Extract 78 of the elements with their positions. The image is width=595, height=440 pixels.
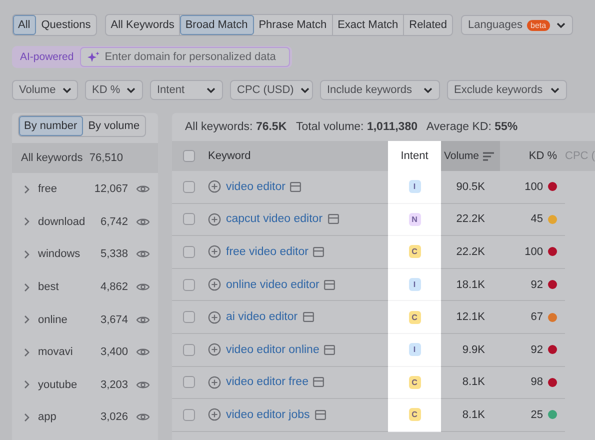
toggle-option[interactable]: By volume [83,116,145,136]
kd-value: 98 [530,376,543,388]
intent-badge: C [408,408,420,422]
filter-dropdown[interactable]: Intent [150,80,223,100]
dropdown-label: Volume [19,84,56,96]
dropdown-label: Exclude keywords [454,84,543,96]
intent-badge: C [408,245,420,258]
volume-value: 22.2K [456,246,485,258]
group-name[interactable]: youtube [38,378,92,391]
group-label: All keywords [21,152,83,164]
column-header[interactable]: Keyword [208,150,251,162]
kd-value: 45 [530,213,543,226]
keyword-link[interactable]: video editor free [226,376,308,388]
intent-badge: I [408,180,420,194]
kd-value: 92 [530,344,543,356]
group-name[interactable]: app [38,411,92,424]
group-count: 3,400 [100,346,128,358]
domain-input[interactable]: Enter domain for personalized data [80,47,290,67]
intent-badge: I [408,343,420,356]
kd-value: 67 [530,311,543,324]
intent-badge: N [408,212,420,226]
volume-value: 9.9K [462,344,485,356]
volume-value: 90.5K [456,180,485,193]
ai-label: AI-powered [19,51,75,63]
volume-value: 12.1K [456,311,485,324]
kd-value: 92 [530,278,543,291]
tab[interactable]: All [13,15,36,35]
group-count: 3,674 [100,314,128,326]
summary-text: All keywords: 76.5K Total volume: 1,011,380 Average KD: 55% [184,120,519,135]
kd-value: 100 [524,246,543,258]
group-name[interactable]: download [38,216,92,228]
volume-value: 8.1K [462,408,485,421]
intent-badge: I [408,278,420,292]
keyword-link[interactable]: video editor jobs [226,408,310,421]
group-name[interactable]: windows [38,248,92,260]
column-header[interactable]: KD % [528,150,557,162]
tab[interactable]: Exact Match [332,15,404,35]
filter-dropdown[interactable]: Include keywords [320,80,440,100]
beta-badge: beta [526,20,550,30]
dropdown-label: CPC (USD) [237,84,294,96]
volume-value: 22.2K [456,213,485,226]
dropdown-label: Languages [468,19,522,31]
tab[interactable]: Broad Match [180,15,254,35]
intent-badge: C [408,310,420,324]
keyword-link[interactable]: online video editor [226,278,320,291]
filter-dropdown[interactable]: CPC (USD) [230,80,313,100]
kd-value: 100 [524,180,543,193]
group-name[interactable]: movavi [38,346,92,358]
dropdown-label: KD % [92,84,120,96]
dropdown-label: Intent [157,84,185,96]
keyword-link[interactable]: capcut video editor [226,213,323,226]
filter-dropdown[interactable]: KD % [85,80,143,100]
volume-value: 8.1K [462,376,485,388]
keyword-link[interactable]: ai video editor [226,311,298,324]
intent-badge: C [408,376,420,389]
group-count: 76,510 [89,152,123,164]
filter-dropdown[interactable]: Volume [12,80,78,100]
tab[interactable]: Questions [36,15,96,35]
tab[interactable]: Related [404,15,452,35]
tab[interactable]: Phrase Match [254,15,333,35]
group-count: 6,742 [100,216,128,228]
group-name[interactable]: free [38,183,86,196]
dropdown-label: Include keywords [327,84,412,96]
keyword-link[interactable]: video editor online [226,344,320,356]
group-name[interactable]: best [38,281,92,294]
filter-dropdown[interactable]: Exclude keywords [447,80,567,100]
languages-dropdown[interactable]: Languages beta [461,15,574,35]
group-count: 12,067 [94,183,128,196]
group-count: 4,862 [100,281,128,294]
volume-value: 18.1K [456,278,485,291]
toggle-option[interactable]: By number [19,116,84,136]
group-count: 5,338 [100,248,128,260]
keyword-link[interactable]: free video editor [226,246,308,258]
keyword-link[interactable]: video editor [226,180,286,193]
group-count: 3,026 [100,411,128,424]
kd-value: 25 [530,408,543,421]
group-count: 3,203 [100,378,128,391]
group-name[interactable]: online [38,314,92,326]
